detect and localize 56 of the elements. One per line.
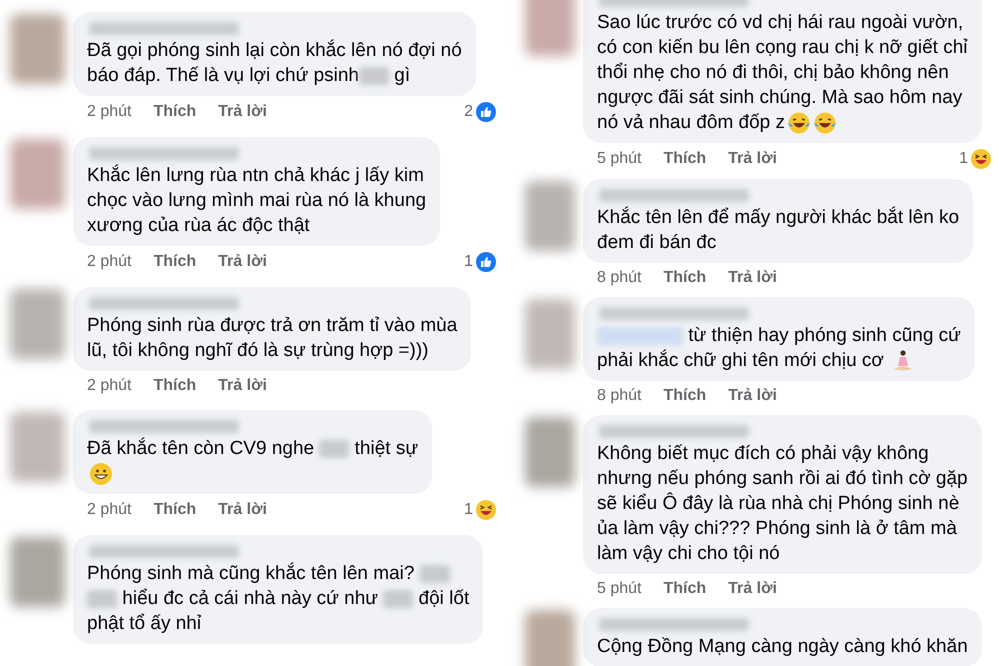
reply-link[interactable]: Trả lời	[728, 580, 777, 598]
comment-text: Cộng Đồng Mạng càng ngày càng khó khăn	[597, 635, 968, 659]
grinning-face-icon	[89, 462, 113, 486]
reaction-count: 2	[464, 103, 473, 121]
reply-link[interactable]: Trả lời	[218, 253, 267, 271]
reply-link[interactable]: Trả lời	[218, 377, 267, 395]
comment-text: nó vả nhau đôm đốp z	[597, 111, 786, 135]
comment-time: 2 phút	[87, 501, 132, 519]
comment-time: 5 phút	[597, 150, 642, 168]
avatar[interactable]	[10, 537, 65, 607]
laughing-tears-icon	[813, 110, 838, 135]
avatar[interactable]	[525, 299, 575, 369]
laughing-reaction-icon	[476, 500, 496, 520]
reply-link[interactable]: Trả lời	[728, 269, 777, 287]
comment-text: Phóng sinh mà cũng khắc tên lên mai? hiểu đc cả cái nhà này cứ như đội lốt phật tổ ấy nhỉ	[87, 562, 470, 636]
avatar[interactable]	[525, 0, 575, 56]
reply-link[interactable]: Trả lời	[218, 501, 267, 519]
reaction-count: 1	[464, 501, 473, 519]
like-link[interactable]: Thích	[153, 253, 196, 271]
reaction-count: 1	[464, 253, 473, 271]
comment-text: Khắc tên lên để mấy người khác bắt lên ko đem đi bán đc	[597, 206, 960, 255]
like-link[interactable]: Thích	[663, 387, 706, 405]
avatar[interactable]	[10, 139, 65, 209]
like-link[interactable]: Thích	[663, 150, 706, 168]
comment-time: 5 phút	[597, 580, 642, 598]
like-reaction-icon	[476, 252, 496, 272]
comment-text: phải khắc chữ ghi tên mới chịu cơ	[597, 348, 885, 373]
comment-text: Phóng sinh rùa được trả ơn trăm tỉ vào mùa lũ, tôi không nghĩ đó là sự trùng hợp =)))	[87, 314, 458, 363]
comment-text: Đã gọi phóng sinh lại còn khắc lên nó đợi nó báo đáp. Thế là vụ lợi chứ psinh gì	[87, 38, 462, 88]
avatar[interactable]	[10, 412, 65, 482]
avatar[interactable]	[10, 14, 65, 84]
comment-text: từ thiện hay phóng sinh cũng cứ	[597, 323, 961, 348]
like-link[interactable]: Thích	[663, 269, 706, 287]
avatar[interactable]	[10, 289, 65, 359]
like-link[interactable]: Thích	[663, 580, 706, 598]
reply-link[interactable]: Trả lời	[728, 387, 777, 405]
reply-link[interactable]: Trả lời	[728, 150, 777, 168]
comment-time: 8 phút	[597, 269, 642, 287]
reply-link[interactable]: Trả lời	[218, 103, 267, 121]
comment-text: Khắc lên lưng rùa ntn chả khác j lấy kim chọc vào lưng mình mai rùa nó là khung xương của rùa ác độc thật	[87, 164, 426, 238]
reaction-count: 1	[959, 150, 968, 168]
comment-text: Đã khắc tên còn CV9 nghe thiệt sự	[87, 436, 418, 461]
avatar[interactable]	[525, 417, 575, 487]
like-link[interactable]: Thích	[153, 501, 196, 519]
avatar[interactable]	[525, 181, 575, 251]
laughing-tears-icon	[787, 110, 812, 135]
like-reaction-icon	[476, 102, 496, 122]
like-link[interactable]: Thích	[153, 103, 196, 121]
comment-time: 2 phút	[87, 253, 132, 271]
comment-time: 2 phút	[87, 103, 132, 121]
comment-time: 2 phút	[87, 377, 132, 395]
like-link[interactable]: Thích	[153, 377, 196, 395]
comment-text: Không biết mục đích có phải vậy không nhưng nếu phóng sanh rồi ai đó tình cờ gặp sẽ kiểu Ô đây là rùa nhà chị Phóng sinh nè ủa làm vậy chi??? Phóng sinh là ở tâm mà làm vậy chi cho tội nó	[597, 442, 968, 566]
laughing-reaction-icon	[971, 149, 991, 169]
avatar[interactable]	[525, 610, 575, 666]
comment-time: 8 phút	[597, 387, 642, 405]
